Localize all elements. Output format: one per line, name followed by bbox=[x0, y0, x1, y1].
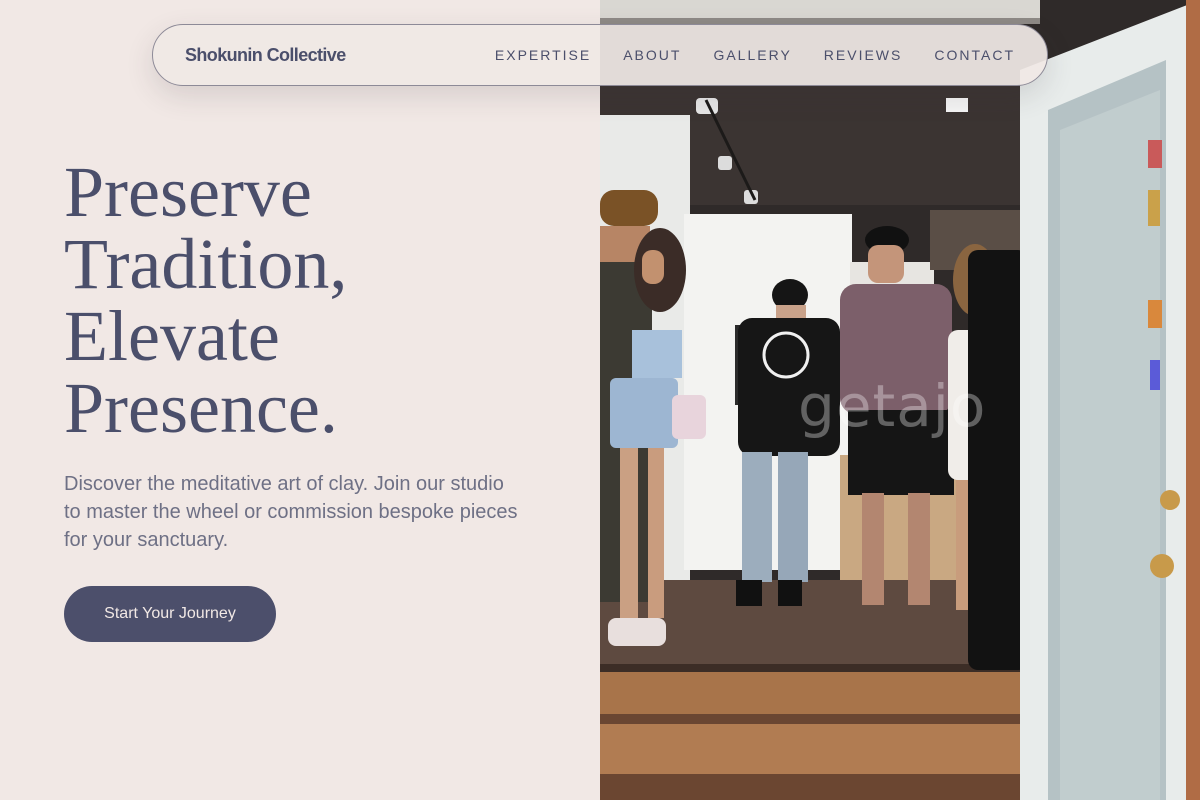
brand-logo[interactable]: Shokunin Collective bbox=[185, 45, 346, 66]
hero-photo: getajo bbox=[600, 0, 1200, 800]
nav-links: EXPERTISE ABOUT GALLERY REVIEWS CONTACT bbox=[495, 47, 1015, 63]
nav-link-reviews[interactable]: REVIEWS bbox=[824, 47, 903, 63]
nav-link-gallery[interactable]: GALLERY bbox=[713, 47, 791, 63]
hero-title-line: Tradition, bbox=[64, 224, 348, 304]
hero-title-line: Elevate bbox=[64, 296, 280, 376]
hero-title-line: Preserve bbox=[64, 152, 312, 232]
nav-link-contact[interactable]: CONTACT bbox=[934, 47, 1015, 63]
top-nav: Shokunin Collective EXPERTISE ABOUT GALL… bbox=[152, 24, 1048, 86]
photo-watermark: getajo bbox=[798, 372, 987, 440]
hero-description: Discover the meditative art of clay. Joi… bbox=[64, 473, 518, 551]
nav-link-about[interactable]: ABOUT bbox=[623, 47, 681, 63]
start-journey-button[interactable]: Start Your Journey bbox=[64, 586, 276, 642]
nav-link-expertise[interactable]: EXPERTISE bbox=[495, 47, 591, 63]
hero-title-line: Presence. bbox=[64, 368, 338, 448]
hero-title: Preserve Tradition, Elevate Presence. bbox=[64, 156, 584, 444]
